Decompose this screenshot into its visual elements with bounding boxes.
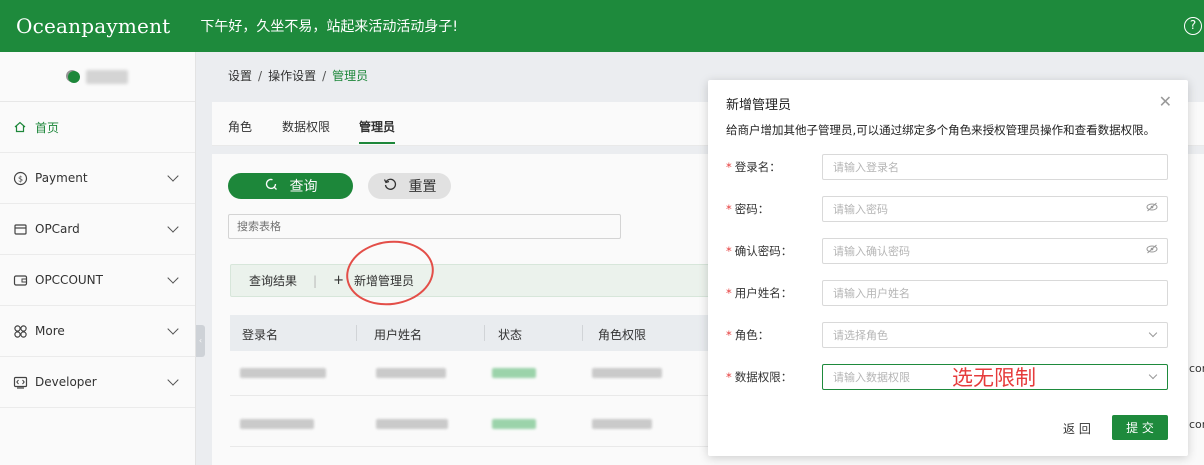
field-label: * 数据权限： [726, 370, 793, 384]
dialog-description: 给商户增加其他子管理员,可以通过绑定多个角色来授权管理员操作和查看数据权限。 [726, 123, 1156, 137]
close-icon[interactable]: ✕ [1159, 92, 1172, 111]
submit-button[interactable]: 提 交 [1112, 415, 1168, 440]
login-name-input[interactable] [822, 154, 1168, 180]
dialog-title: 新增管理员 [726, 98, 792, 113]
password-input[interactable] [822, 196, 1168, 222]
confirm-password-row: * 确认密码： [726, 238, 1168, 264]
field-label: * 密码： [726, 202, 770, 216]
user-full-name-input[interactable] [822, 280, 1168, 306]
confirm-password-input[interactable] [822, 238, 1168, 264]
add-admin-dialog: 新增管理员 ✕ 给商户增加其他子管理员,可以通过绑定多个角色来授权管理员操作和查… [708, 80, 1188, 456]
role-row: * 角色： [726, 322, 1168, 348]
help-icon[interactable]: ? [1184, 17, 1202, 35]
eye-slash-icon[interactable] [1146, 202, 1158, 215]
role-select[interactable] [822, 322, 1168, 348]
password-row: * 密码： [726, 196, 1168, 222]
field-label: * 角色： [726, 328, 770, 342]
greeting-text: 下午好，久坐不易，站起来活动活动身子! [200, 19, 459, 35]
field-label: * 登录名： [726, 160, 781, 174]
handwritten-annotation: 选无限制 [952, 366, 1036, 390]
eye-slash-icon[interactable] [1146, 244, 1158, 257]
field-label: * 用户姓名： [726, 286, 793, 300]
back-button[interactable]: 返 回 [1063, 420, 1091, 437]
truncated-cell-text: con [1189, 362, 1204, 375]
login-name-row: * 登录名： [726, 154, 1168, 180]
app-logo[interactable]: Oceanpayment [16, 14, 170, 38]
field-label: * 确认密码： [726, 244, 793, 258]
data-permission-row: * 数据权限： [726, 364, 1168, 390]
top-bar: Oceanpayment 下午好，久坐不易，站起来活动活动身子! ? [0, 0, 1204, 52]
truncated-cell-text: con [1189, 418, 1204, 431]
user-name-row: * 用户姓名： [726, 280, 1168, 306]
